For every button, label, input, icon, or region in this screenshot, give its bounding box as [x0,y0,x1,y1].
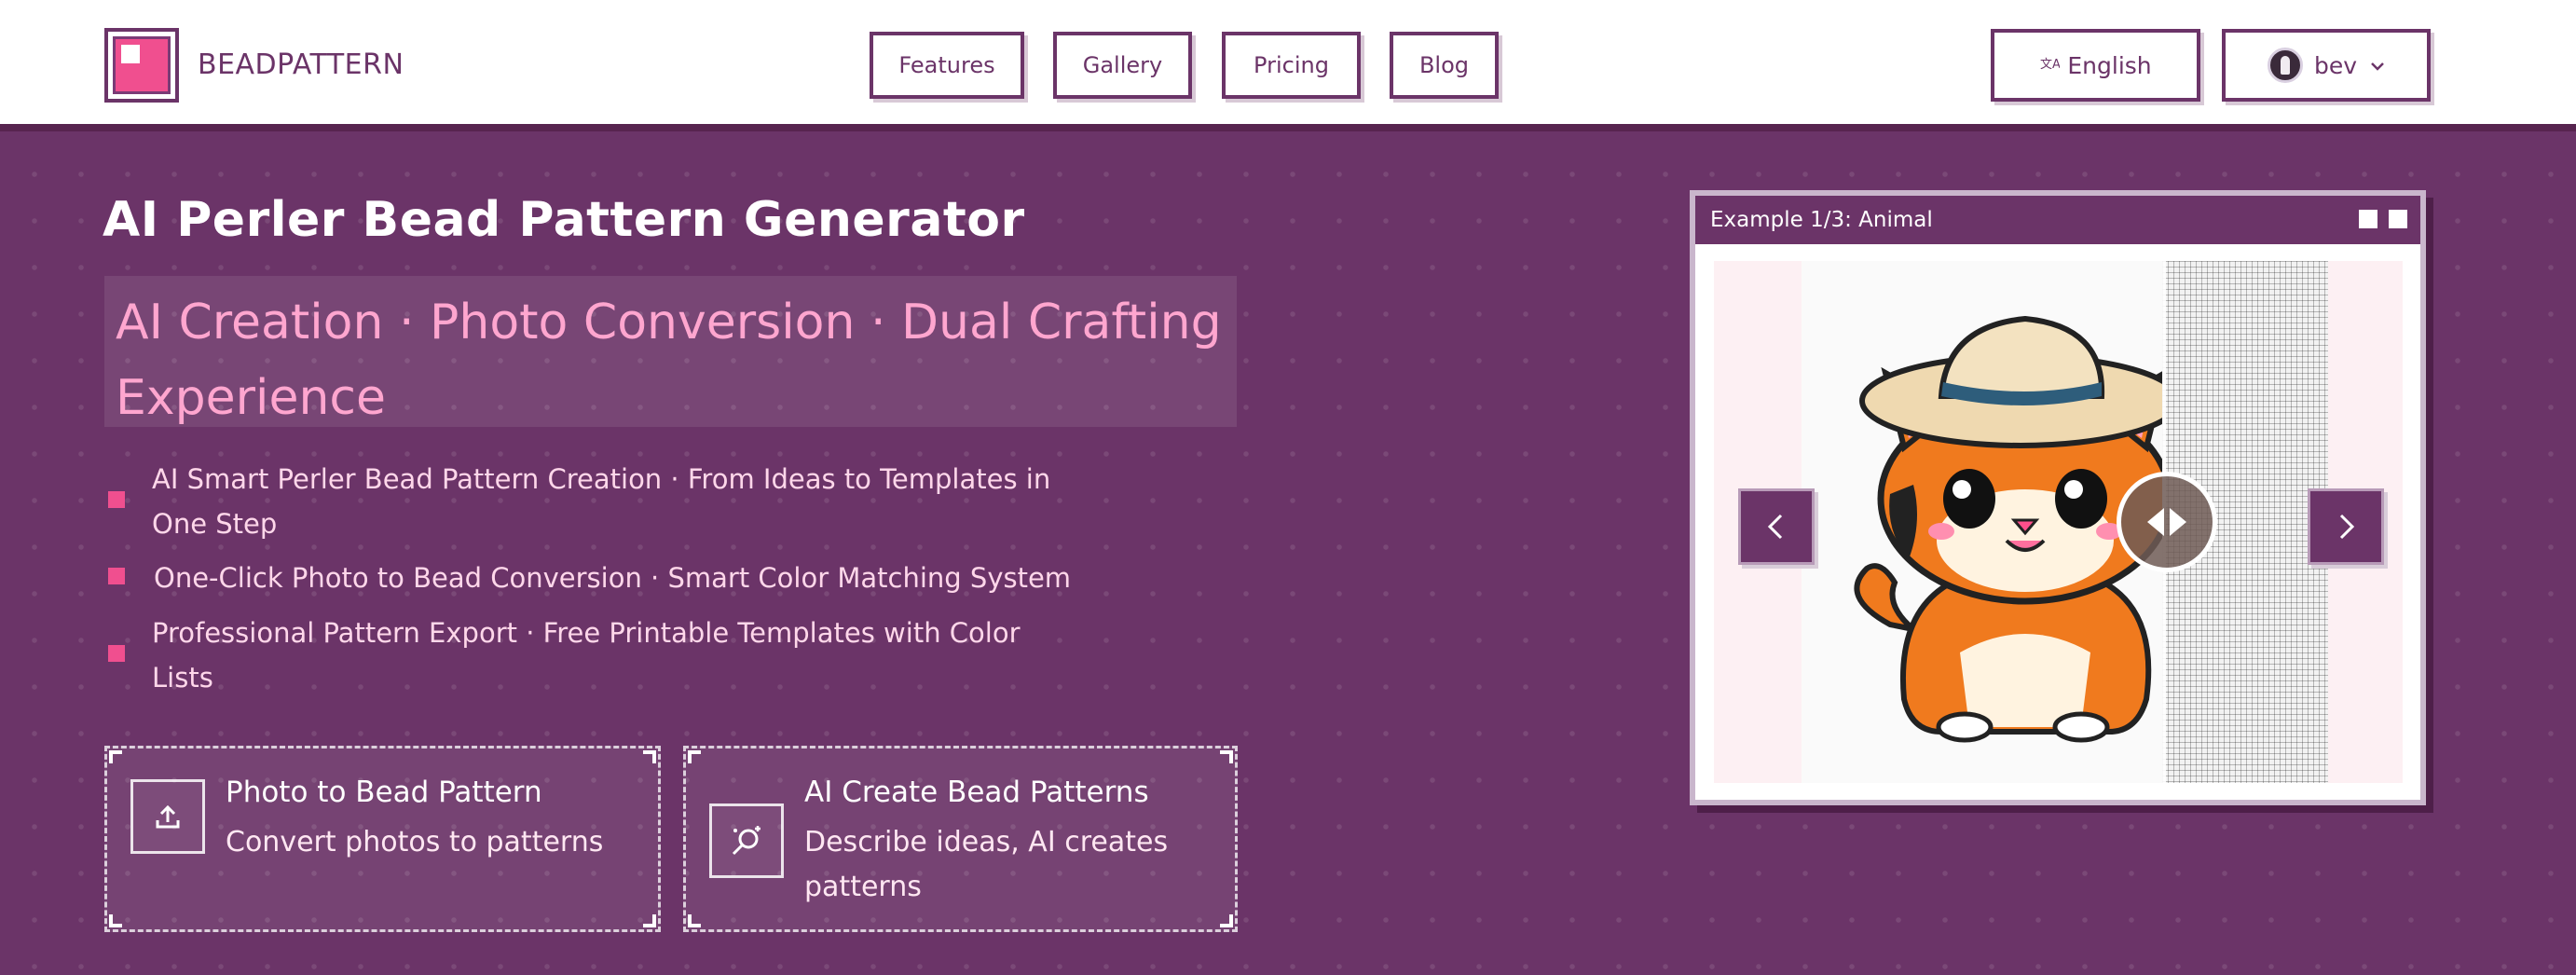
card-title: Photo to Bead Pattern [226,776,542,809]
avatar [2267,48,2303,83]
bullet-icon [108,645,125,662]
chevron-left-icon [1767,514,1783,540]
svg-text:文A: 文A [2040,58,2060,72]
arrow-right-icon [2170,508,2186,536]
magic-wand-icon [709,803,784,878]
logo-icon[interactable] [104,28,179,103]
top-nav-bar: BEADPATTERN Features Gallery Pricing Blo… [0,0,2576,131]
ai-create-pattern-card[interactable]: AI Create Bead Patterns Describe ideas, … [683,746,1238,932]
bullet-icon [108,491,125,508]
feature-text: AI Smart Perler Bead Pattern Creation · … [152,463,1051,540]
nav-pricing-button[interactable]: Pricing [1222,32,1361,99]
bullet-icon [108,568,125,584]
chevron-down-icon [2370,56,2385,76]
card-description: Describe ideas, AI creates patterns [804,826,1169,903]
comparison-slider-handle[interactable] [2117,472,2217,572]
next-example-button[interactable] [2308,488,2384,565]
example-panel: Example 1/3: Animal [1690,190,2426,805]
brand-name[interactable]: BEADPATTERN [198,48,404,81]
upload-icon [130,779,205,854]
nav-features-button[interactable]: Features [870,32,1024,99]
card-description: Convert photos to patterns [226,826,604,858]
window-control-icon [2389,210,2407,228]
previous-example-button[interactable] [1738,488,1815,565]
user-menu-button[interactable]: bev [2222,29,2431,102]
language-icon: 文A [2039,53,2061,78]
feature-text: Professional Pattern Export · Free Print… [152,617,1021,693]
example-title: Example 1/3: Animal [1710,208,1933,232]
example-panel-header: Example 1/3: Animal [1695,196,2420,244]
hero-subtitle: AI Creation · Photo Conversion · Dual Cr… [104,276,1237,427]
chevron-right-icon [2339,514,2355,540]
card-title: AI Create Bead Patterns [804,776,1149,809]
nav-gallery-button[interactable]: Gallery [1053,32,1192,99]
nav-blog-button[interactable]: Blog [1390,32,1499,99]
username-label: bev [2313,51,2358,79]
feature-text: One-Click Photo to Bead Conversion · Sma… [154,562,1072,594]
language-label: English [2067,51,2152,79]
photo-to-pattern-card[interactable]: Photo to Bead Pattern Convert photos to … [104,746,661,932]
language-selector-button[interactable]: 文A English [1991,29,2200,102]
page-title: AI Perler Bead Pattern Generator [103,192,1025,248]
window-control-icon [2359,210,2377,228]
arrow-left-icon [2147,508,2164,536]
before-after-comparison[interactable] [1701,250,2415,794]
